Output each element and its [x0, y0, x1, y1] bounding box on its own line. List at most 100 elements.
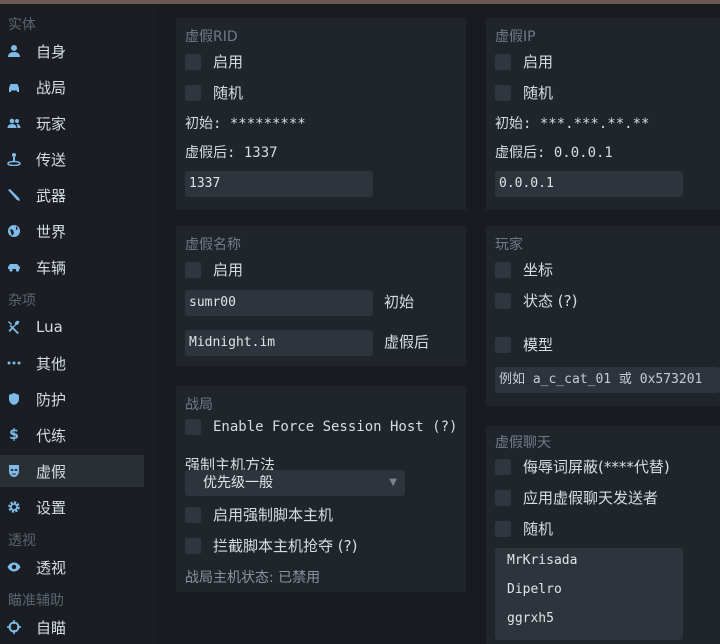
sidebar-item-label: 设置: [36, 498, 67, 517]
sidebar-item-label: 世界: [36, 222, 67, 241]
sidebar-item-spoof[interactable]: 虚假: [0, 455, 144, 487]
sidebar-item-esp[interactable]: 透视: [0, 551, 144, 583]
sidebar-item-self[interactable]: 自身: [0, 35, 144, 67]
name-fake-label: 虚假后: [384, 333, 430, 351]
checkbox-box[interactable]: [495, 489, 511, 506]
sidebar-item-vehicles[interactable]: 车辆: [0, 251, 144, 283]
checkbox-label: 随机: [523, 84, 554, 102]
method-dropdown[interactable]: 优先级一般 ▼: [185, 470, 405, 496]
intercept-checkbox[interactable]: 拦截脚本主机抢夺 (?): [185, 535, 357, 556]
checkbox-box[interactable]: [495, 261, 511, 278]
sidebar-item-world[interactable]: 世界: [0, 215, 144, 247]
checkbox-box[interactable]: [185, 506, 201, 523]
sidebar-item-label: 武器: [36, 186, 67, 205]
rid-random-checkbox[interactable]: 随机: [185, 82, 243, 103]
person-icon: [7, 44, 21, 58]
sidebar-item-label: 防护: [36, 390, 67, 409]
list-item[interactable]: Dipelro: [507, 582, 562, 597]
name-enable-checkbox[interactable]: 启用: [185, 259, 243, 280]
sidebar-item-players[interactable]: 玩家: [0, 107, 144, 139]
panel-title: 虚假名称: [185, 237, 241, 253]
tools-icon: [7, 320, 21, 334]
sidebar-item-label: 其他: [36, 354, 67, 373]
checkbox-box[interactable]: [185, 53, 201, 70]
name-initial-input[interactable]: sumr00: [185, 290, 373, 316]
profanity-checkbox[interactable]: 侮辱词屏蔽(****代替): [495, 456, 670, 477]
chat-random-checkbox[interactable]: 随机: [495, 518, 553, 539]
name-fake-input[interactable]: Midnight.im: [185, 330, 373, 356]
checkbox-box[interactable]: [495, 53, 511, 70]
checkbox-box[interactable]: [495, 520, 511, 537]
sidebar-item-label: 虚假: [36, 462, 67, 481]
sidebar-item-weapons[interactable]: 武器: [0, 179, 144, 211]
list-item[interactable]: ggrxh5: [507, 611, 554, 626]
checkbox-label: 启用: [523, 53, 554, 71]
globe-icon: [7, 224, 21, 238]
rid-enable-checkbox[interactable]: 启用: [185, 51, 243, 72]
list-item[interactable]: MrKrisada: [507, 553, 577, 568]
rid-initial-text: 初始: *********: [185, 116, 306, 132]
checkbox-box[interactable]: [185, 84, 201, 101]
sidebar-item-teleport[interactable]: 传送: [0, 143, 144, 175]
sidebar-item-protection[interactable]: 防护: [0, 383, 144, 415]
rid-after-text: 虚假后: 1337: [185, 145, 278, 161]
sidebar-item-lua[interactable]: Lua: [0, 311, 144, 343]
fake-ip-panel: 虚假IP 启用 随机 初始: ***.***.**.** 虚假后: 0.0.0.…: [486, 18, 720, 210]
script-host-checkbox[interactable]: 启用强制脚本主机: [185, 504, 333, 525]
checkbox-label: 坐标: [523, 261, 554, 279]
gear-icon: [7, 500, 21, 514]
checkbox-label: 随机: [213, 84, 244, 102]
fake-rid-panel: 虚假RID 启用 随机 初始: ********* 虚假后: 1337 1337: [176, 18, 466, 210]
sidebar-section-misc: 杂项: [8, 293, 36, 309]
model-input[interactable]: 例如 a_c_cat_01 或 0x573201: [495, 367, 720, 393]
force-host-checkbox[interactable]: Enable Force Session Host (?): [185, 419, 457, 435]
main-content: 虚假RID 启用 随机 初始: ********* 虚假后: 1337 1337…: [156, 4, 720, 644]
sidebar-item-label: 玩家: [36, 114, 67, 133]
checkbox-box[interactable]: [185, 261, 201, 278]
rid-value-input[interactable]: 1337: [185, 171, 373, 197]
dollar-icon: $: [9, 427, 19, 443]
apply-sender-checkbox[interactable]: 应用虚假聊天发送者: [495, 487, 658, 508]
checkbox-label: 拦截脚本主机抢夺 (?): [213, 537, 358, 555]
sidebar-item-boost[interactable]: $ 代练: [0, 419, 144, 451]
mask-icon: [7, 464, 21, 478]
sidebar-item-label: 自身: [36, 42, 67, 61]
checkbox-box[interactable]: [185, 537, 201, 554]
sidebar-item-label: 车辆: [36, 258, 67, 277]
ip-enable-checkbox[interactable]: 启用: [495, 51, 553, 72]
checkbox-label: 启用: [213, 261, 244, 279]
eye-icon: [7, 560, 21, 574]
sidebar-item-settings[interactable]: 设置: [0, 491, 144, 523]
checkbox-label: 随机: [523, 520, 554, 538]
session-status-text: 战局主机状态: 已禁用: [185, 570, 321, 586]
checkbox-box[interactable]: [495, 336, 511, 353]
sidebar-section-esp: 透视: [8, 533, 36, 549]
model-checkbox[interactable]: 模型: [495, 334, 553, 355]
ip-random-checkbox[interactable]: 随机: [495, 82, 553, 103]
sidebar-item-other[interactable]: 其他: [0, 347, 144, 379]
sidebar-item-label: 透视: [36, 558, 67, 577]
chevron-down-icon: ▼: [389, 477, 397, 488]
panel-title: 虚假RID: [185, 29, 238, 45]
ip-after-text: 虚假后: 0.0.0.1: [495, 145, 613, 161]
checkbox-label: Enable Force Session Host (?): [213, 419, 458, 435]
sidebar-item-aimbot[interactable]: 自瞄: [0, 611, 144, 643]
weapon-icon: [7, 188, 21, 202]
ip-initial-text: 初始: ***.***.**.**: [495, 116, 650, 132]
panel-title: 战局: [185, 397, 213, 413]
checkbox-box[interactable]: [495, 292, 511, 309]
sidebar-item-label: Lua: [36, 318, 63, 336]
sidebar-item-session[interactable]: 战局: [0, 71, 144, 103]
vehicle-icon: [7, 260, 21, 274]
coords-checkbox[interactable]: 坐标: [495, 259, 553, 280]
crosshair-icon: [7, 620, 21, 634]
checkbox-box[interactable]: [185, 419, 201, 435]
checkbox-box[interactable]: [495, 84, 511, 101]
status-checkbox[interactable]: 状态 (?): [495, 290, 577, 311]
panel-title: 虚假聊天: [495, 435, 551, 451]
checkbox-box[interactable]: [495, 458, 511, 475]
sidebar-item-label: 自瞄: [36, 618, 67, 637]
dropdown-value: 优先级一般: [203, 475, 273, 491]
sender-list[interactable]: MrKrisada Dipelro ggrxh5: [495, 548, 683, 640]
ip-value-input[interactable]: 0.0.0.1: [495, 171, 683, 197]
